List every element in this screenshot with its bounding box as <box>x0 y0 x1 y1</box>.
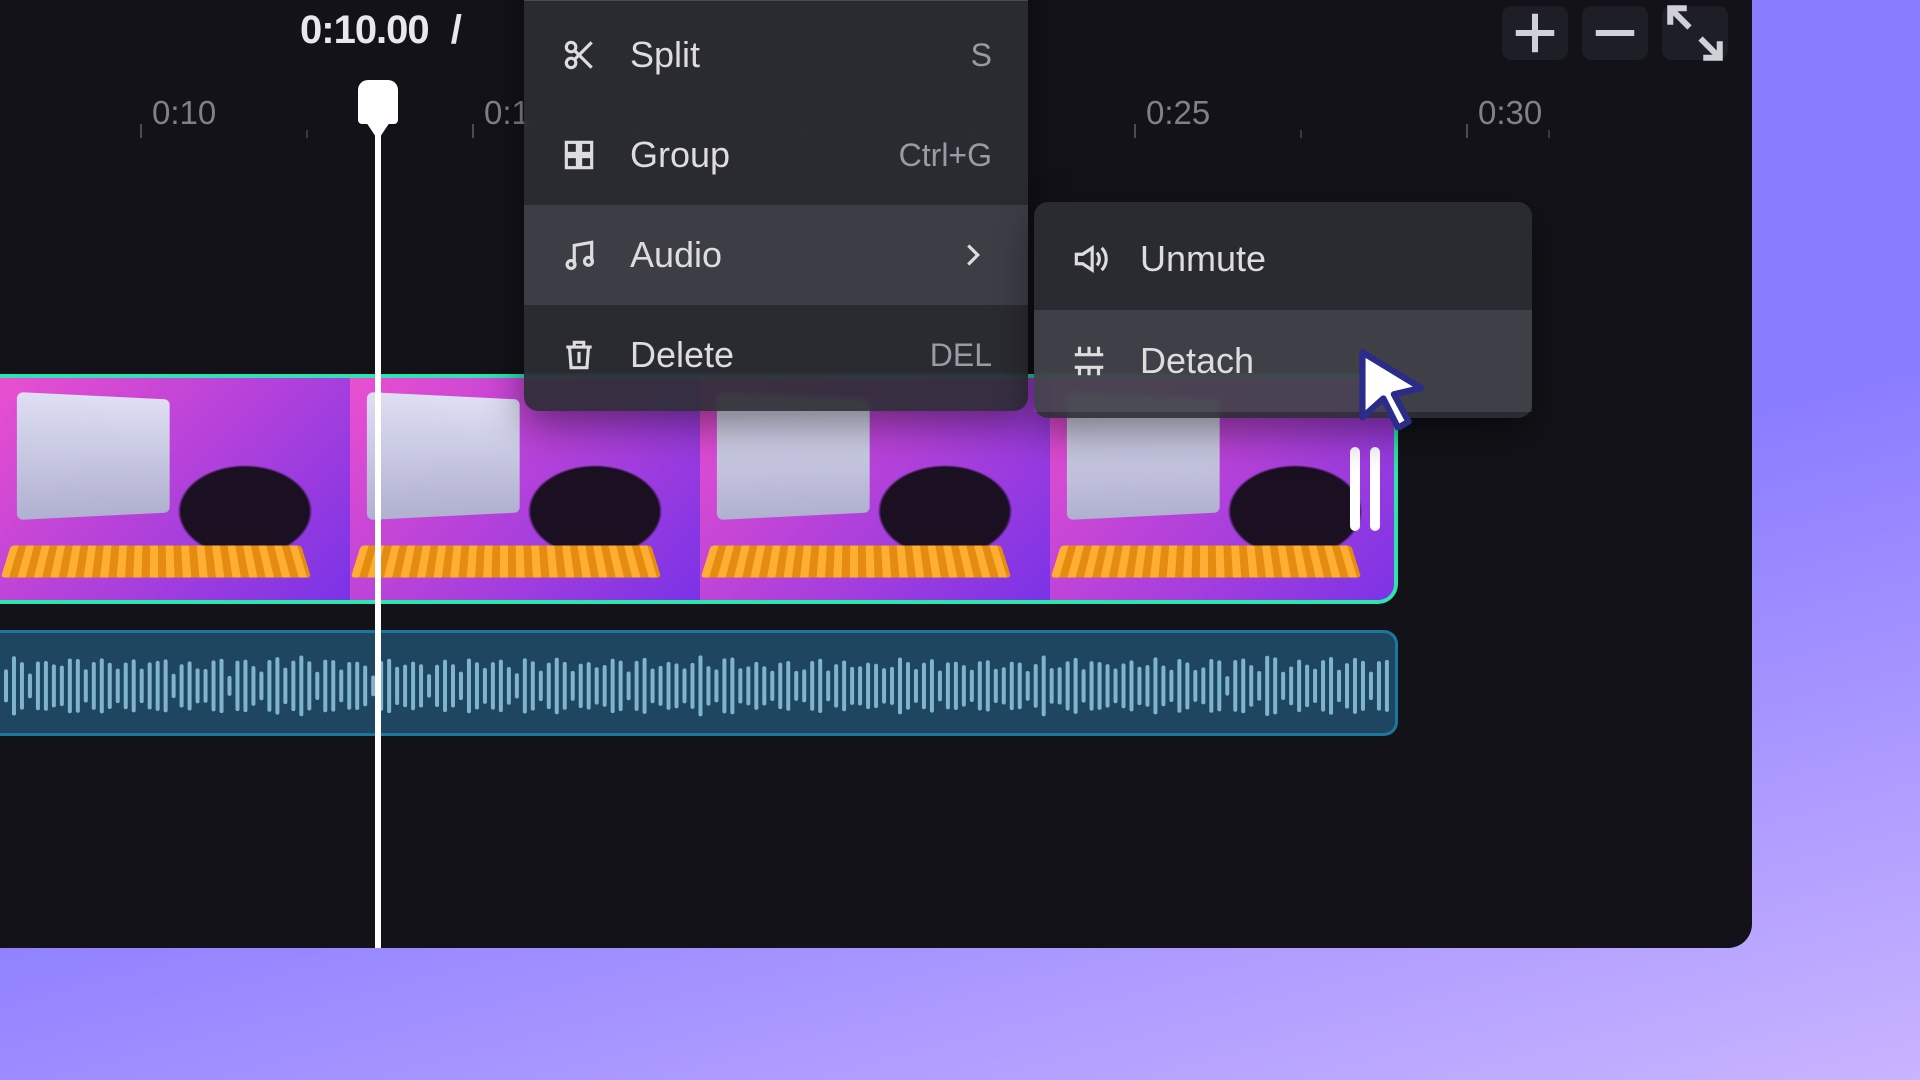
audio-submenu: Unmute Detach <box>1034 202 1532 418</box>
delete-icon <box>560 336 598 374</box>
audio-clip[interactable] <box>0 630 1398 736</box>
menu-item-shortcut: S <box>971 37 992 74</box>
context-menu-item-audio[interactable]: Audio <box>524 205 1028 305</box>
menu-item-shortcut: Ctrl+G <box>899 137 992 174</box>
group-icon <box>560 136 598 174</box>
clip-trim-handle[interactable] <box>1350 447 1380 531</box>
clip-thumbnail <box>0 378 350 600</box>
chevron-right-icon <box>954 236 992 274</box>
menu-separator <box>524 0 1028 1</box>
speaker-icon <box>1070 240 1108 278</box>
menu-item-label: Audio <box>630 234 722 276</box>
menu-item-label: Delete <box>630 334 734 376</box>
minus-icon <box>1582 0 1648 66</box>
menu-item-label: Detach <box>1140 340 1254 382</box>
context-menu-item-delete[interactable]: Delete DEL <box>524 305 1028 405</box>
audio-icon <box>560 236 598 274</box>
ruler-tick-label: 0:1 <box>484 94 530 132</box>
context-menu: PasteCtrl+VSplitSGroupCtrl+GAudioDeleteD… <box>524 0 1028 411</box>
split-icon <box>560 36 598 74</box>
clip-thumbnail <box>350 378 700 600</box>
ruler-tick-label: 0:25 <box>1146 94 1210 132</box>
clip-thumbnail <box>700 378 1050 600</box>
zoom-toolbar <box>1502 6 1728 60</box>
waveform <box>0 633 1395 736</box>
context-menu-item-group[interactable]: Group Ctrl+G <box>524 105 1028 205</box>
ruler-minor-tick <box>1548 130 1550 138</box>
zoom-in-button[interactable] <box>1502 6 1568 60</box>
ruler-minor-tick <box>306 130 308 138</box>
time-separator: / <box>451 8 461 52</box>
ruler-minor-tick <box>1300 130 1302 138</box>
audio-submenu-item-speaker[interactable]: Unmute <box>1034 208 1532 310</box>
zoom-out-button[interactable] <box>1582 6 1648 60</box>
menu-item-shortcut: DEL <box>930 337 992 374</box>
timeline-editor: 0:10.00 / 0:10 0:1 0:25 0:30 <box>0 0 1752 948</box>
plus-icon <box>1502 0 1568 66</box>
ruler-tick-label: 0:30 <box>1478 94 1542 132</box>
fit-icon <box>1662 0 1728 66</box>
menu-item-label: Split <box>630 34 700 76</box>
current-time: 0:10.00 <box>300 8 429 52</box>
menu-item-label: Group <box>630 134 730 176</box>
zoom-fit-button[interactable] <box>1662 6 1728 60</box>
playhead-time: 0:10.00 / <box>300 8 461 53</box>
audio-submenu-item-detach[interactable]: Detach <box>1034 310 1532 412</box>
detach-icon <box>1070 342 1108 380</box>
context-menu-item-split[interactable]: Split S <box>524 5 1028 105</box>
menu-item-label: Unmute <box>1140 238 1266 280</box>
tracks-area <box>0 374 1752 736</box>
ruler-tick-label: 0:10 <box>152 94 216 132</box>
